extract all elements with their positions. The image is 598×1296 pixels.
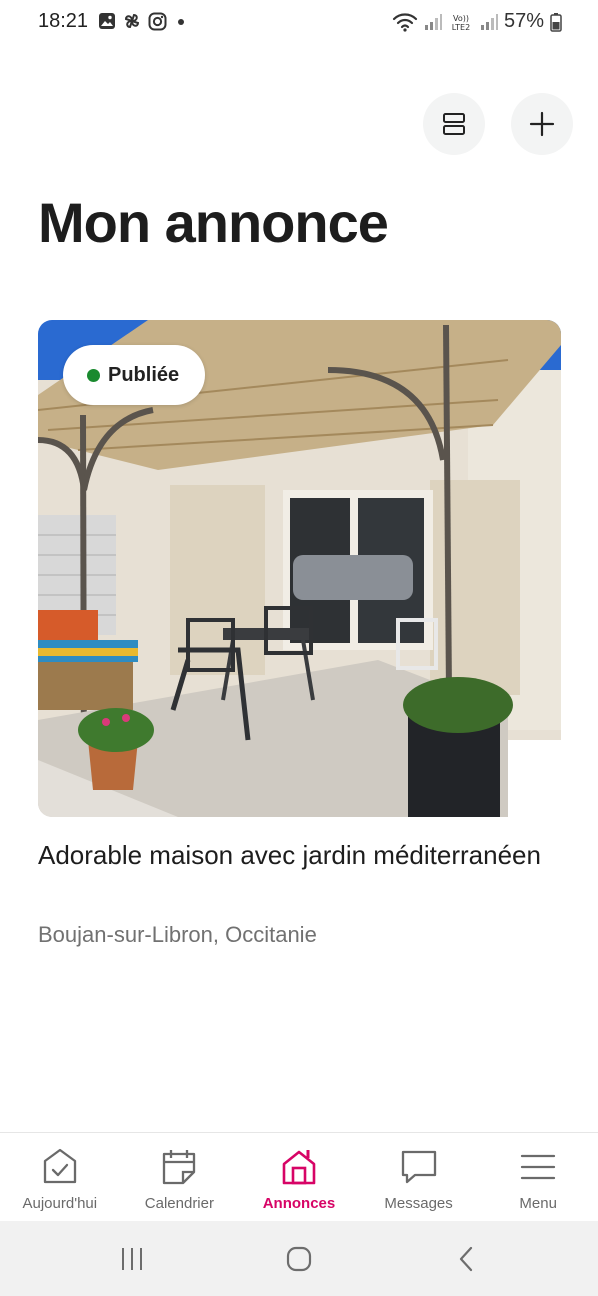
status-badge: Publiée	[63, 345, 206, 405]
nav-label-menu: Menu	[519, 1195, 557, 1212]
battery-percentage: 57%	[503, 10, 544, 32]
status-notification-icons	[98, 11, 187, 31]
nav-item-today[interactable]: Aujourd'hui	[0, 1133, 120, 1222]
plus-icon	[529, 111, 555, 137]
status-badge-label: Publiée	[108, 363, 180, 386]
add-listing-button[interactable]	[511, 93, 573, 155]
back-button[interactable]	[447, 1243, 487, 1275]
gallery-icon	[99, 13, 115, 29]
listing-title[interactable]: Adorable maison avec jardin méditerranée…	[38, 838, 558, 872]
svg-text:LTE2: LTE2	[452, 23, 470, 32]
view-toggle-button[interactable]	[423, 93, 485, 155]
battery-icon	[550, 12, 562, 32]
signal-icon	[480, 13, 498, 30]
dot-icon	[178, 19, 184, 25]
nav-label-today: Aujourd'hui	[22, 1195, 98, 1212]
back-chevron-icon	[459, 1246, 473, 1272]
calendar-icon	[159, 1147, 199, 1187]
wifi-icon	[392, 12, 418, 32]
nav-item-messages[interactable]: Messages	[359, 1133, 479, 1222]
listing-photo[interactable]: Publiée	[38, 320, 561, 817]
volte-icon: Vo))LTE2	[452, 14, 470, 32]
pinwheel-icon	[124, 13, 140, 29]
home-circle-icon	[286, 1246, 312, 1272]
nav-label-listings: Annonces	[262, 1195, 336, 1212]
page-title: Mon annonce	[38, 191, 389, 254]
nav-label-calendar: Calendrier	[144, 1195, 214, 1212]
nav-item-calendar[interactable]: Calendrier	[120, 1133, 240, 1222]
nav-label-messages: Messages	[384, 1195, 453, 1212]
view-toggle-icon	[443, 113, 465, 135]
recents-button[interactable]	[112, 1243, 152, 1275]
message-icon	[399, 1147, 439, 1187]
signal-icon	[424, 13, 442, 30]
published-dot-icon	[87, 368, 100, 382]
nav-item-menu[interactable]: Menu	[478, 1133, 598, 1222]
status-system-icons: Vo)) LTE2 57%	[392, 10, 562, 33]
status-bar: 18:21 Vo)) LTE2 57%	[0, 0, 598, 44]
svg-text:Vo)): Vo))	[453, 14, 469, 23]
nav-item-listings[interactable]: Annonces	[239, 1133, 359, 1222]
home-button[interactable]	[279, 1243, 319, 1275]
today-check-icon	[40, 1147, 80, 1187]
listing-location: Boujan-sur-Libron, Occitanie	[38, 922, 317, 947]
recents-icon	[122, 1248, 142, 1270]
menu-icon	[518, 1147, 558, 1187]
system-nav-bar	[0, 1221, 598, 1296]
house-icon	[279, 1147, 319, 1187]
status-time: 18:21	[38, 10, 89, 32]
instagram-icon	[148, 12, 167, 30]
bottom-nav: Aujourd'hui Calendrier Annonces Messages…	[0, 1132, 598, 1222]
